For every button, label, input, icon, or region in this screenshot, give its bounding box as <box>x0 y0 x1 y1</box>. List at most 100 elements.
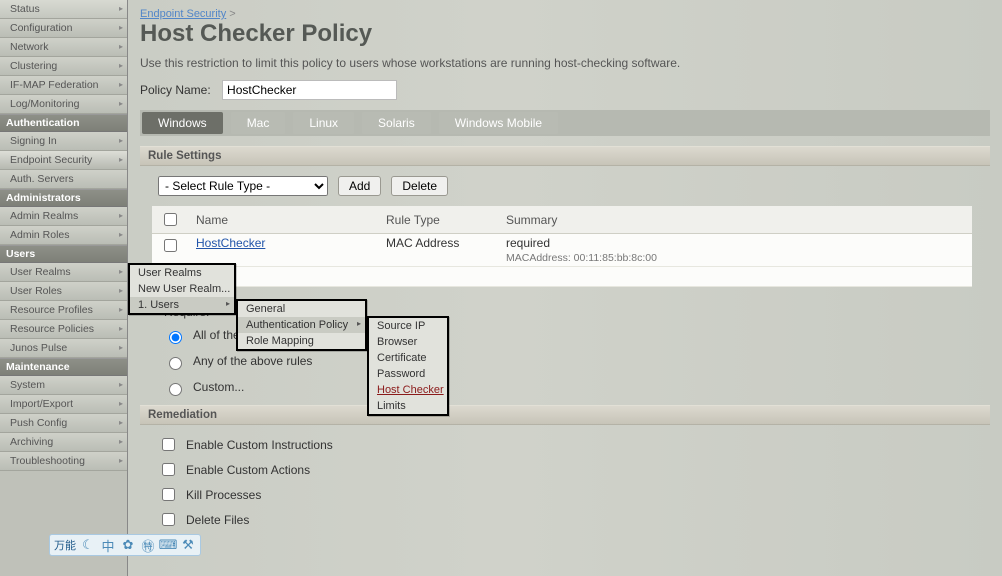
remediation-checkbox[interactable] <box>162 513 175 526</box>
summary-title: required <box>506 236 550 250</box>
sidebar-item-label: Endpoint Security <box>10 154 92 166</box>
breadcrumb-parent[interactable]: Endpoint Security <box>140 8 226 20</box>
sidebar-item-endpoint-security[interactable]: Endpoint Security ▸ <box>0 151 127 170</box>
remediation-kill-processes[interactable]: Kill Processes <box>158 485 990 504</box>
chevron-right-icon: ▸ <box>119 454 123 468</box>
wrench-icon[interactable]: ⚒ <box>180 537 196 553</box>
sidebar-item-label: Auth. Servers <box>10 173 74 185</box>
sidebar-item-user-roles[interactable]: User Roles▸ <box>0 282 127 301</box>
require-option-any[interactable]: Any of the above rules <box>164 353 990 369</box>
remediation-checkbox[interactable] <box>162 463 175 476</box>
delete-button[interactable]: Delete <box>391 176 448 196</box>
table-row <box>152 267 972 287</box>
tab-linux[interactable]: Linux <box>293 112 354 134</box>
sidebar-section-maintenance: Maintenance <box>0 358 127 376</box>
tab-mac[interactable]: Mac <box>231 112 286 134</box>
rule-controls: - Select Rule Type - Add Delete <box>140 166 990 206</box>
sidebar-item-system[interactable]: System▸ <box>0 376 127 395</box>
require-radio-any[interactable] <box>169 357 182 370</box>
sidebar-item-label: User Roles <box>10 285 62 297</box>
sidebar-item-resource-profiles[interactable]: Resource Profiles▸ <box>0 301 127 320</box>
sidebar-item-push-config[interactable]: Push Config ▸ <box>0 414 127 433</box>
sidebar-item-label: User Realms <box>10 266 71 278</box>
sidebar-item-archiving[interactable]: Archiving▸ <box>0 433 127 452</box>
breadcrumb: Endpoint Security > <box>140 8 990 20</box>
remediation-checkbox[interactable] <box>162 488 175 501</box>
chevron-right-icon: ▸ <box>119 153 123 167</box>
os-tabs: Windows Mac Linux Solaris Windows Mobile <box>140 110 990 136</box>
sidebar-item-auth-servers[interactable]: Auth. Servers <box>0 170 127 189</box>
sidebar-item-label: Archiving <box>10 436 53 448</box>
sidebar-item-label: Push Config <box>10 417 67 429</box>
remediation-custom-instructions[interactable]: Enable Custom Instructions <box>158 435 990 454</box>
require-radio-all[interactable] <box>169 331 182 344</box>
sidebar-item-label: Status <box>10 3 40 15</box>
chevron-right-icon: ▸ <box>119 97 123 111</box>
menu-item-new-user-realm[interactable]: New User Realm... <box>130 281 234 297</box>
rules-header-type: Rule Type <box>378 206 498 234</box>
remediation-label: Enable Custom Actions <box>186 463 310 477</box>
menu-item-general[interactable]: General <box>238 301 365 317</box>
remediation-block: Enable Custom Instructions Enable Custom… <box>158 435 990 529</box>
remediation-delete-files[interactable]: Delete Files <box>158 510 990 529</box>
sidebar-item-clustering[interactable]: Clustering▸ <box>0 57 127 76</box>
tab-windows-mobile[interactable]: Windows Mobile <box>439 112 558 134</box>
tab-solaris[interactable]: Solaris <box>362 112 431 134</box>
require-option-custom[interactable]: Custom... <box>164 379 990 395</box>
menu-item-1-users[interactable]: 1. Users▸ <box>130 297 234 313</box>
font-icon[interactable]: 中 <box>100 537 116 553</box>
chevron-right-icon: ▸ <box>119 416 123 430</box>
floating-toolbar[interactable]: 万能 ☾ 中 ✿ ㊕ ⌨ ⚒ <box>49 534 201 556</box>
sidebar-item-log-monitoring[interactable]: Log/Monitoring▸ <box>0 95 127 114</box>
sidebar-item-troubleshooting[interactable]: Troubleshooting▸ <box>0 452 127 471</box>
select-all-checkbox[interactable] <box>164 213 177 226</box>
sidebar-item-resource-policies[interactable]: Resource Policies▸ <box>0 320 127 339</box>
chevron-right-icon: ▸ <box>119 265 123 279</box>
keyboard-icon[interactable]: ⌨ <box>160 537 176 553</box>
rule-name-link[interactable]: HostChecker <box>196 236 265 250</box>
sidebar-item-admin-roles[interactable]: Admin Roles▸ <box>0 226 127 245</box>
sidebar-item-configuration[interactable]: Configuration▸ <box>0 19 127 38</box>
remediation-header: Remediation <box>140 405 990 425</box>
menu-item-authentication-policy[interactable]: Authentication Policy▸ <box>238 317 365 333</box>
breadcrumb-sep: > <box>229 8 235 20</box>
menu-item-password[interactable]: Password <box>369 366 447 382</box>
moon-icon[interactable]: ☾ <box>80 537 96 553</box>
remediation-label: Kill Processes <box>186 488 261 502</box>
chevron-right-icon: ▸ <box>357 319 361 328</box>
rules-header-name: Name <box>188 206 378 234</box>
chevron-right-icon: ▸ <box>119 322 123 336</box>
add-button[interactable]: Add <box>338 176 381 196</box>
summary-detail: MACAddress: 00:11:85:bb:8c:00 <box>506 252 657 264</box>
flyout-users-sub: General Authentication Policy▸ Role Mapp… <box>236 299 367 351</box>
sidebar-item-network[interactable]: Network▸ <box>0 38 127 57</box>
sidebar-item-signing-in[interactable]: Signing In▸ <box>0 132 127 151</box>
remediation-checkbox[interactable] <box>162 438 175 451</box>
menu-item-browser[interactable]: Browser <box>369 334 447 350</box>
remediation-custom-actions[interactable]: Enable Custom Actions <box>158 460 990 479</box>
require-radio-custom[interactable] <box>169 383 182 396</box>
sidebar-item-ifmap[interactable]: IF-MAP Federation▸ <box>0 76 127 95</box>
menu-item-user-realms[interactable]: User Realms <box>130 265 234 281</box>
sidebar-item-label: Import/Export <box>10 398 73 410</box>
menu-item-host-checker-link[interactable]: Host Checker <box>377 384 444 396</box>
menu-item-host-checker[interactable]: Host Checker <box>369 382 447 398</box>
rule-type-select[interactable]: - Select Rule Type - <box>158 176 328 196</box>
sidebar-item-status[interactable]: Status▸ <box>0 0 127 19</box>
sidebar-item-admin-realms[interactable]: Admin Realms▸ <box>0 207 127 226</box>
sidebar-item-import-export[interactable]: Import/Export▸ <box>0 395 127 414</box>
sidebar-item-user-realms[interactable]: User Realms ▸ <box>0 263 127 282</box>
sidebar-section-administrators: Administrators <box>0 189 127 207</box>
menu-item-role-mapping[interactable]: Role Mapping <box>238 333 365 349</box>
menu-item-limits[interactable]: Limits <box>369 398 447 414</box>
chevron-right-icon: ▸ <box>119 134 123 148</box>
sidebar-item-junos-pulse[interactable]: Junos Pulse▸ <box>0 339 127 358</box>
menu-item-source-ip[interactable]: Source IP <box>369 318 447 334</box>
policy-name-input[interactable] <box>222 80 397 100</box>
network-icon[interactable]: ㊕ <box>140 537 156 553</box>
menu-item-certificate[interactable]: Certificate <box>369 350 447 366</box>
gear-icon[interactable]: ✿ <box>120 537 136 553</box>
tab-windows[interactable]: Windows <box>142 112 223 134</box>
sidebar-item-label: System <box>10 379 45 391</box>
row-checkbox[interactable] <box>164 239 177 252</box>
